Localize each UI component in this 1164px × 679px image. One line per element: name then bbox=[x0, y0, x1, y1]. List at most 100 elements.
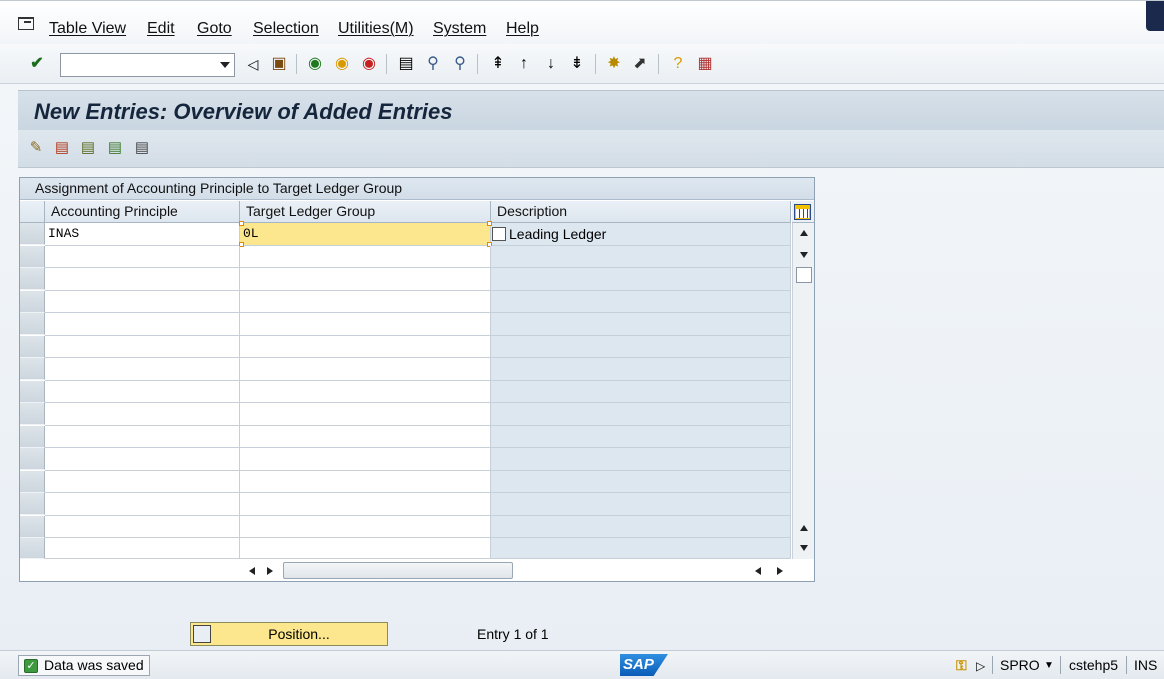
row-selector[interactable] bbox=[20, 223, 45, 245]
horizontal-scrollbar[interactable] bbox=[245, 561, 790, 581]
empty-cell[interactable] bbox=[240, 245, 491, 268]
empty-cell[interactable] bbox=[240, 313, 491, 336]
menu-table-view[interactable]: Table View bbox=[49, 20, 126, 38]
layout-menu-icon[interactable]: ▦ bbox=[695, 54, 715, 74]
system-key-icon[interactable]: ⚿ bbox=[956, 657, 967, 674]
empty-cell[interactable] bbox=[45, 335, 240, 358]
scroll-up-icon[interactable] bbox=[800, 230, 808, 236]
empty-cell[interactable] bbox=[45, 470, 240, 493]
scroll-right-icon[interactable] bbox=[267, 567, 273, 575]
menu-utilities[interactable]: Utilities(M) bbox=[338, 20, 414, 38]
last-page-icon[interactable]: ⇟ bbox=[567, 54, 587, 74]
select-all-header[interactable] bbox=[20, 201, 45, 223]
row-selector[interactable] bbox=[20, 515, 45, 538]
insert-mode[interactable]: INS bbox=[1134, 657, 1157, 673]
empty-cell[interactable] bbox=[45, 268, 240, 291]
find-next-icon[interactable]: ⚲ bbox=[450, 54, 470, 74]
menu-help[interactable]: Help bbox=[506, 20, 539, 38]
row-selector[interactable] bbox=[20, 268, 45, 290]
empty-cell[interactable] bbox=[45, 493, 240, 516]
status-message[interactable]: ✓ Data was saved bbox=[18, 655, 150, 676]
empty-cell[interactable] bbox=[240, 515, 491, 538]
empty-cell[interactable] bbox=[240, 538, 491, 559]
empty-cell[interactable] bbox=[240, 470, 491, 493]
row-selector[interactable] bbox=[20, 335, 45, 358]
shortcut-icon[interactable]: ⬈ bbox=[630, 54, 650, 74]
select-all-icon[interactable]: ▤ bbox=[78, 138, 98, 158]
scroll-down-icon[interactable] bbox=[800, 545, 808, 551]
target-ledger-group-cell[interactable]: 0L bbox=[240, 223, 491, 246]
enter-check-icon[interactable]: ✔ bbox=[27, 54, 47, 74]
expand-triangle-icon[interactable]: ▷ bbox=[976, 659, 985, 673]
empty-cell[interactable] bbox=[45, 538, 240, 559]
menu-selection[interactable]: Selection bbox=[253, 20, 319, 38]
menu-goto[interactable]: Goto bbox=[197, 20, 232, 38]
scroll-left-icon[interactable] bbox=[249, 567, 255, 575]
window-control-button[interactable] bbox=[1146, 1, 1164, 31]
empty-cell[interactable] bbox=[45, 313, 240, 336]
empty-cell[interactable] bbox=[45, 380, 240, 403]
find-icon[interactable]: ⚲ bbox=[423, 54, 443, 74]
column-header-target-ledger-group[interactable]: Target Ledger Group bbox=[240, 201, 491, 223]
empty-cell[interactable] bbox=[45, 515, 240, 538]
empty-cell[interactable] bbox=[240, 358, 491, 381]
empty-cell[interactable] bbox=[240, 403, 491, 426]
row-selector[interactable] bbox=[20, 245, 45, 268]
row-selector[interactable] bbox=[20, 403, 45, 425]
vertical-scrollbar[interactable] bbox=[792, 223, 814, 559]
next-page-icon[interactable]: ↓ bbox=[541, 54, 561, 74]
column-configuration-button[interactable] bbox=[792, 201, 814, 223]
scroll-down-icon[interactable] bbox=[800, 252, 808, 258]
help-icon[interactable]: ? bbox=[668, 54, 688, 74]
accounting-principle-cell[interactable]: INAS bbox=[45, 223, 240, 246]
row-selector[interactable] bbox=[20, 380, 45, 403]
row-selector[interactable] bbox=[20, 448, 45, 470]
command-field[interactable] bbox=[60, 53, 235, 77]
value-help-icon[interactable] bbox=[492, 227, 506, 241]
transaction-code[interactable]: SPRO bbox=[1000, 657, 1040, 673]
empty-cell[interactable] bbox=[45, 290, 240, 313]
column-header-description[interactable]: Description bbox=[491, 201, 791, 223]
cancel-icon[interactable]: ◉ bbox=[359, 54, 379, 74]
delete-row-icon[interactable]: ▤ bbox=[52, 138, 72, 158]
row-selector[interactable] bbox=[20, 538, 45, 559]
system-menu-icon[interactable] bbox=[18, 17, 34, 30]
back-icon[interactable]: ◉ bbox=[305, 54, 325, 74]
empty-cell[interactable] bbox=[45, 403, 240, 426]
row-selector[interactable] bbox=[20, 313, 45, 335]
display-change-icon[interactable]: ✎ bbox=[26, 138, 46, 158]
empty-cell[interactable] bbox=[240, 448, 491, 471]
scroll-thumb[interactable] bbox=[796, 267, 812, 283]
chevron-down-icon[interactable]: ▼ bbox=[1044, 660, 1054, 671]
row-selector[interactable] bbox=[20, 493, 45, 515]
position-button[interactable]: Position... bbox=[190, 622, 388, 646]
empty-cell[interactable] bbox=[45, 358, 240, 381]
scroll-thumb[interactable] bbox=[283, 562, 513, 579]
scroll-left-icon[interactable] bbox=[755, 567, 761, 575]
chevron-down-icon[interactable] bbox=[220, 62, 230, 68]
select-block-icon[interactable]: ▤ bbox=[105, 138, 125, 158]
exit-icon[interactable]: ◉ bbox=[332, 54, 352, 74]
empty-cell[interactable] bbox=[45, 245, 240, 268]
empty-cell[interactable] bbox=[240, 425, 491, 448]
menu-edit[interactable]: Edit bbox=[147, 20, 175, 38]
row-selector[interactable] bbox=[20, 470, 45, 493]
deselect-all-icon[interactable]: ▤ bbox=[132, 138, 152, 158]
empty-cell[interactable] bbox=[45, 425, 240, 448]
empty-cell[interactable] bbox=[240, 290, 491, 313]
save-icon[interactable]: ▣ bbox=[269, 54, 289, 74]
create-session-icon[interactable]: ✸ bbox=[604, 54, 624, 74]
column-header-accounting-principle[interactable]: Accounting Principle bbox=[45, 201, 240, 223]
menu-system[interactable]: System bbox=[433, 20, 486, 38]
empty-cell[interactable] bbox=[240, 380, 491, 403]
scroll-right-icon[interactable] bbox=[777, 567, 783, 575]
row-selector[interactable] bbox=[20, 358, 45, 380]
row-selector[interactable] bbox=[20, 425, 45, 448]
back-arrow-icon[interactable]: ◁ bbox=[243, 54, 263, 74]
empty-cell[interactable] bbox=[240, 493, 491, 516]
scroll-up-icon[interactable] bbox=[800, 525, 808, 531]
empty-cell[interactable] bbox=[240, 268, 491, 291]
previous-page-icon[interactable]: ↑ bbox=[514, 54, 534, 74]
empty-cell[interactable] bbox=[240, 335, 491, 358]
print-icon[interactable]: ▤ bbox=[396, 54, 416, 74]
